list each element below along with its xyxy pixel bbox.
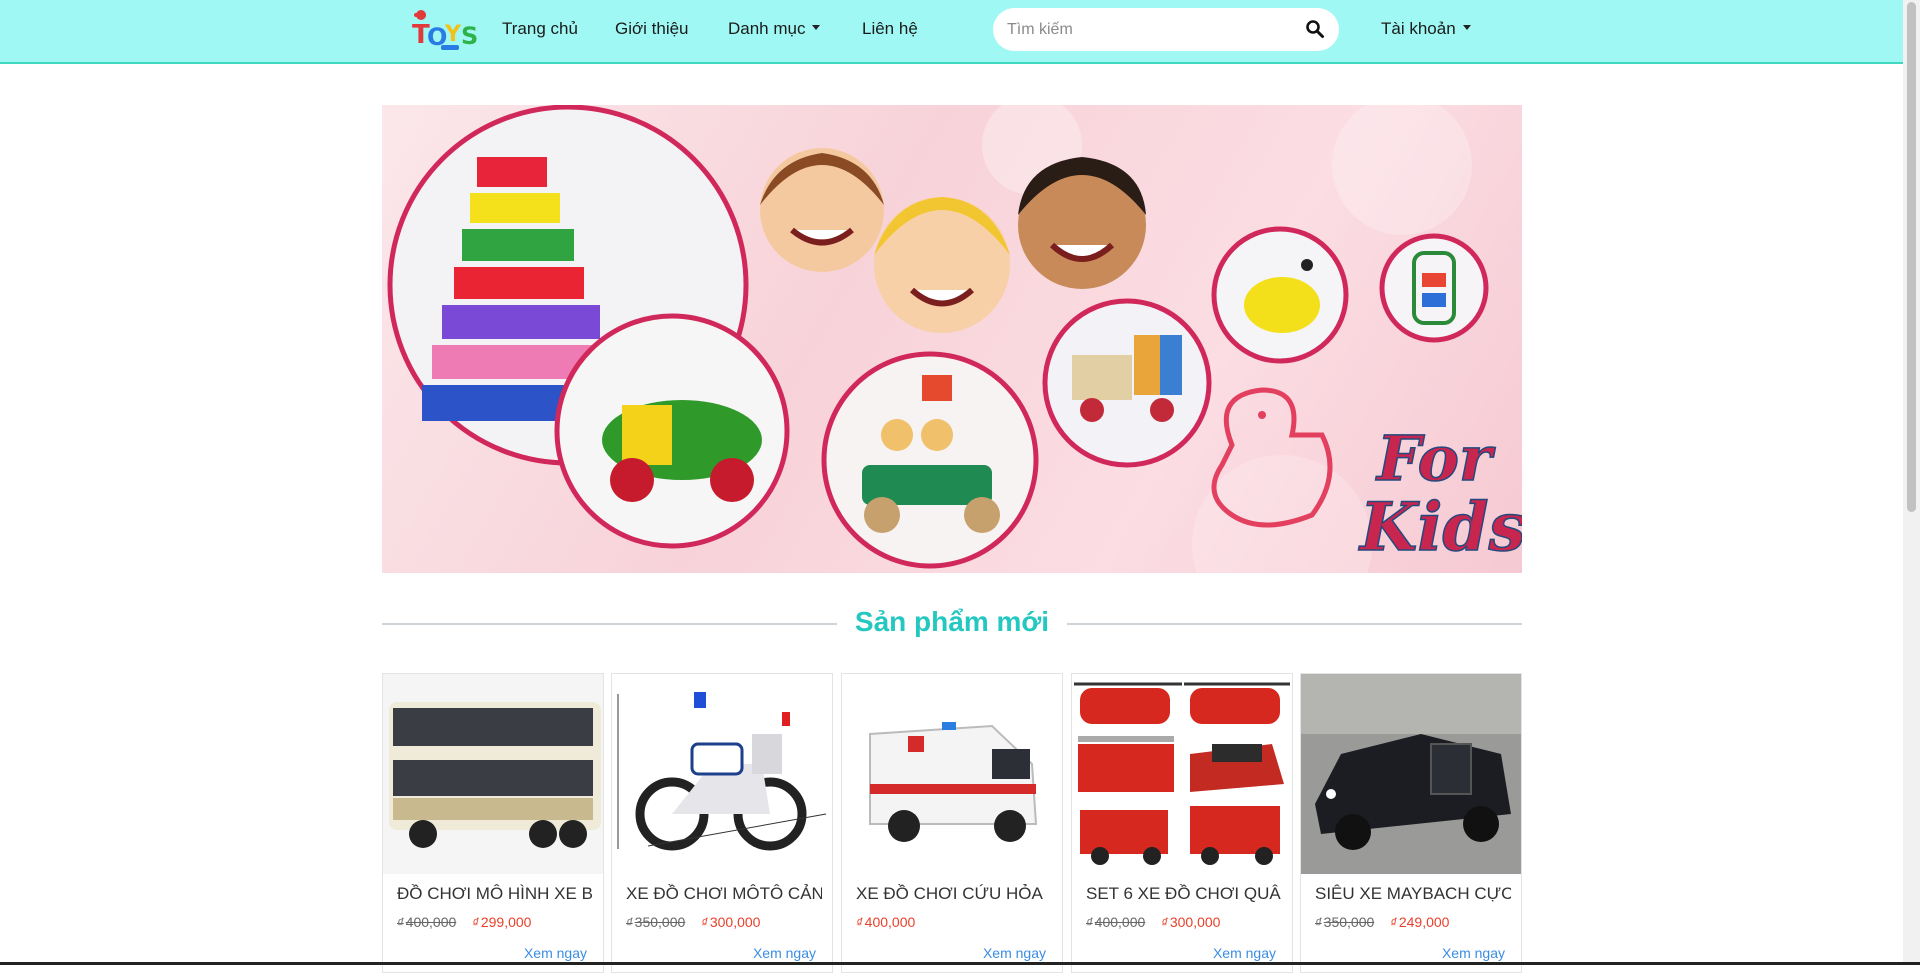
old-price: ₫ 350,000 xyxy=(626,914,686,930)
product-name[interactable]: ĐỒ CHƠI MÔ HÌNH XE BUÝT xyxy=(397,884,593,904)
search-icon xyxy=(1306,20,1324,38)
caret-down-icon xyxy=(1462,25,1471,31)
product-image-bus[interactable] xyxy=(383,674,603,874)
sale-price: ₫ 400,000 xyxy=(856,914,916,930)
product-card[interactable]: XE ĐỒ CHƠI CỨU HỎA ₫ 400,000 Xem ngay xyxy=(841,673,1063,973)
product-card[interactable]: ĐỒ CHƠI MÔ HÌNH XE BUÝT ₫400,000 ₫299,00… xyxy=(382,673,604,973)
page-scrollbar[interactable] xyxy=(1903,0,1920,965)
caret-down-icon xyxy=(812,25,821,31)
banner-slogan-kids: Kids xyxy=(1358,488,1522,566)
product-card[interactable]: XE ĐỒ CHƠI MÔTÔ CẢNH SÁT ₫350,000 ₫300,0… xyxy=(611,673,833,973)
product-image-motorbike[interactable] xyxy=(612,674,832,874)
nav-home[interactable]: Trang chủ xyxy=(502,19,578,39)
sale-price: ₫ 299,000 xyxy=(472,914,532,930)
old-price: ₫ 350,000 xyxy=(1315,914,1375,930)
view-now-link[interactable]: Xem ngay xyxy=(983,945,1046,961)
banner-slogan-for: For xyxy=(1375,422,1496,495)
section-title: Sản phẩm mới xyxy=(836,606,1068,637)
product-prices: ₫ 400,000 xyxy=(856,914,915,930)
view-now-link[interactable]: Xem ngay xyxy=(1442,945,1505,961)
banner-illustration: For Kids xyxy=(387,105,1522,573)
hero-banner[interactable]: For Kids xyxy=(382,105,1522,573)
sale-price: ₫ 249,000 xyxy=(1390,914,1450,930)
search-button[interactable] xyxy=(1305,19,1327,41)
section-header: Sản phẩm mới xyxy=(382,600,1522,648)
toys-logo[interactable]: T O Y S xyxy=(411,7,483,53)
top-navbar: T O Y S Trang chủ Giới thiệu Danh mục Li… xyxy=(0,0,1903,64)
view-now-link[interactable]: Xem ngay xyxy=(524,945,587,961)
product-image-maybach[interactable] xyxy=(1301,674,1521,874)
product-name[interactable]: SIÊU XE MAYBACH CỰC CHẤT xyxy=(1315,884,1511,904)
scrollbar-thumb[interactable] xyxy=(1907,2,1916,512)
product-prices: ₫ 350,000 ₫ 249,000 xyxy=(1315,914,1449,930)
view-now-link[interactable]: Xem ngay xyxy=(753,945,816,961)
nav-contact[interactable]: Liên hệ xyxy=(862,19,918,39)
product-name[interactable]: SET 6 XE ĐỒ CHƠI QUÂN ĐỘI xyxy=(1086,884,1282,904)
svg-text:Y: Y xyxy=(444,22,462,47)
account-label: Tài khoản xyxy=(1381,19,1456,38)
svg-text:S: S xyxy=(461,22,478,50)
product-image-vehicle-set[interactable] xyxy=(1072,674,1292,874)
product-prices: ₫ 400,000 ₫ 299,000 xyxy=(397,914,531,930)
product-prices: ₫ 350,000 ₫ 300,000 xyxy=(626,914,760,930)
product-card[interactable]: SET 6 XE ĐỒ CHƠI QUÂN ĐỘI ₫400,000 ₫300,… xyxy=(1071,673,1293,973)
product-image-ambulance[interactable] xyxy=(842,674,1062,874)
old-price: ₫ 400,000 xyxy=(1086,914,1146,930)
nav-categories-label: Danh mục xyxy=(728,19,806,38)
search-box xyxy=(993,8,1339,51)
account-dropdown[interactable]: Tài khoản xyxy=(1381,19,1471,39)
old-price: ₫ 400,000 xyxy=(397,914,457,930)
sale-price: ₫ 300,000 xyxy=(701,914,761,930)
nav-categories-dropdown[interactable]: Danh mục xyxy=(728,19,821,39)
view-now-link[interactable]: Xem ngay xyxy=(1213,945,1276,961)
product-list: ĐỒ CHƠI MÔ HÌNH XE BUÝT ₫400,000 ₫299,00… xyxy=(382,673,1522,973)
search-input[interactable] xyxy=(1007,18,1297,42)
nav-about[interactable]: Giới thiệu xyxy=(615,19,689,39)
product-name[interactable]: XE ĐỒ CHƠI CỨU HỎA xyxy=(856,884,1052,904)
sale-price: ₫ 300,000 xyxy=(1161,914,1221,930)
product-name[interactable]: XE ĐỒ CHƠI MÔTÔ CẢNH SÁT xyxy=(626,884,822,904)
product-prices: ₫ 400,000 ₫ 300,000 xyxy=(1086,914,1220,930)
product-card[interactable]: SIÊU XE MAYBACH CỰC CHẤT ₫350,000 ₫249,0… xyxy=(1300,673,1522,973)
